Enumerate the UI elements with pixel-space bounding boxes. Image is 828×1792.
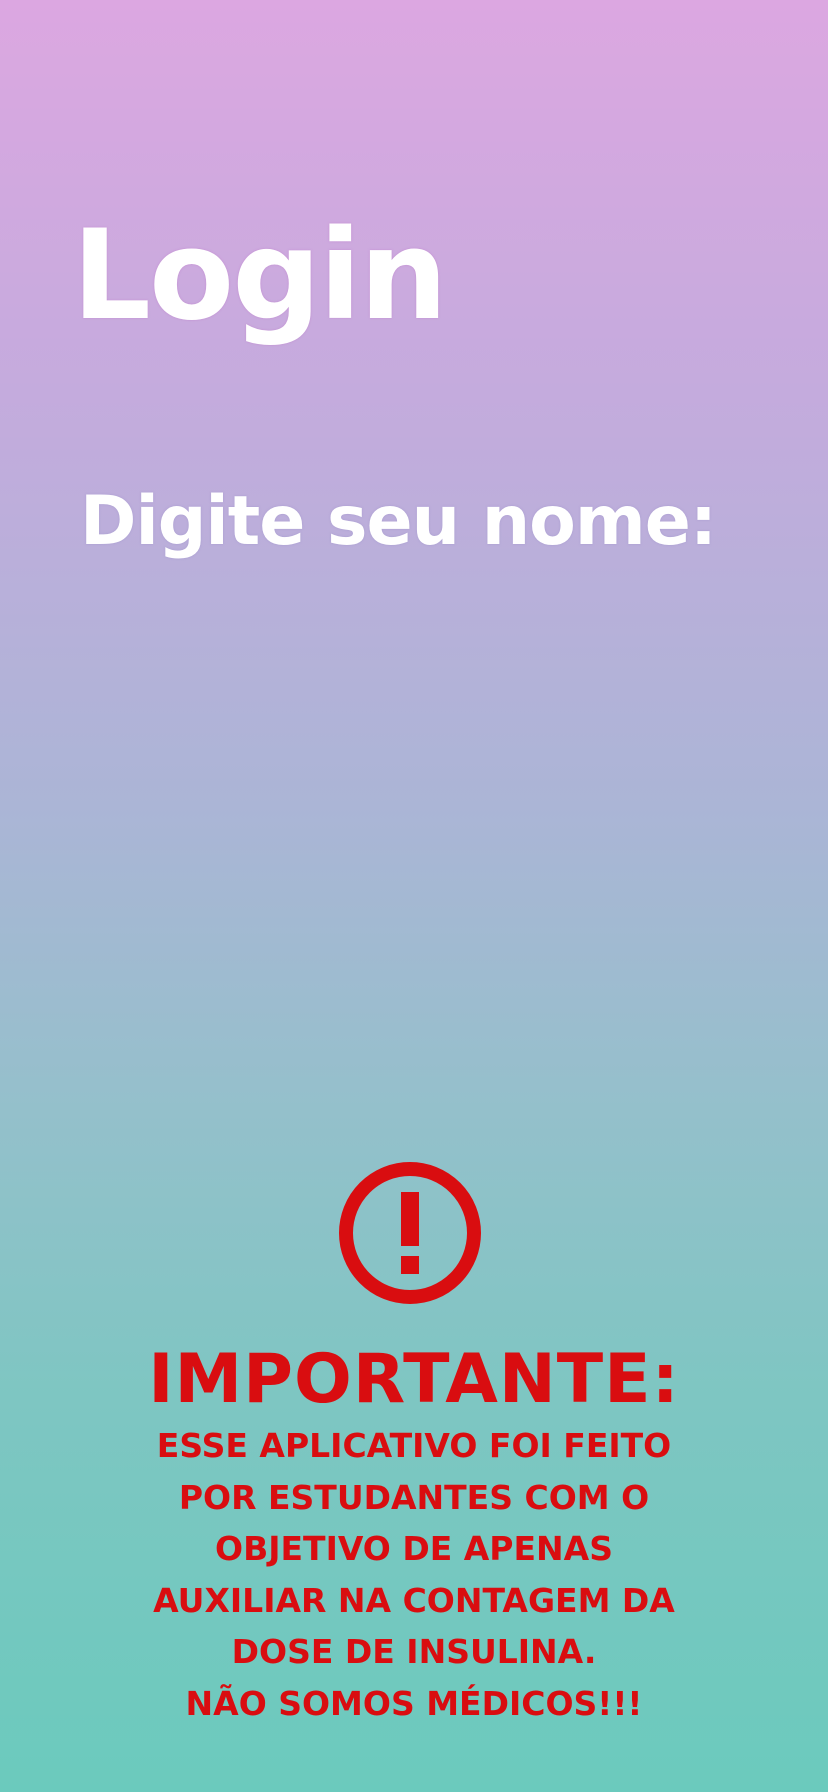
disclaimer-line: POR ESTUDANTES COM O bbox=[178, 1477, 650, 1517]
disclaimer-line: OBJETIVO DE APENAS bbox=[215, 1529, 613, 1568]
disclaimer-line: AUXILIAR NA CONTAGEM DA bbox=[153, 1580, 675, 1620]
exclamation-circle-icon bbox=[339, 1162, 481, 1304]
disclaimer-line: ESSE APLICATIVO FOI FEITO bbox=[156, 1426, 672, 1465]
page-title: Login bbox=[72, 204, 448, 348]
disclaimer-line: DOSE DE INSULINA. bbox=[231, 1632, 597, 1671]
name-prompt-label: Digite seu nome: bbox=[80, 482, 717, 561]
important-heading: IMPORTANTE: bbox=[148, 1340, 680, 1419]
name-input[interactable] bbox=[72, 590, 756, 670]
disclaimer-line: NÃO SOMOS MÉDICOS!!! bbox=[185, 1683, 643, 1723]
disclaimer-block: IMPORTANTE: ESSE APLICATIVO FOI FEITO PO… bbox=[0, 1340, 828, 1729]
